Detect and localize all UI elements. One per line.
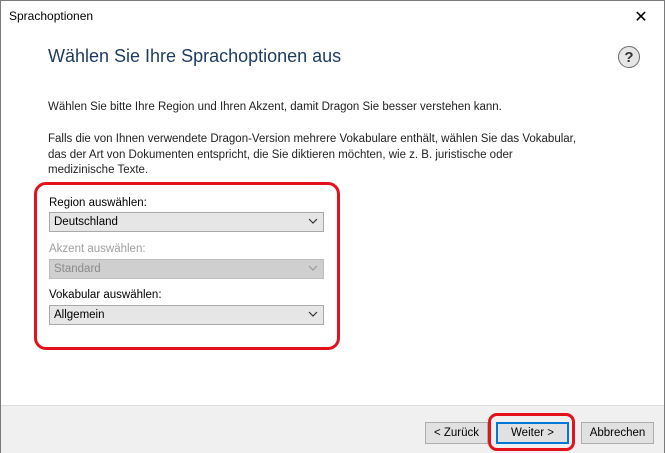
title-bar: Sprachoptionen ✕ [1,1,664,32]
button-bar: < Zurück Weiter > Abbrechen [1,405,664,453]
form-highlight-annotation [34,182,340,350]
intro-paragraph-1: Wählen Sie bitte Ihre Region und Ihren A… [48,101,502,113]
close-button[interactable]: ✕ [618,1,664,32]
window-title: Sprachoptionen [9,9,94,23]
close-icon: ✕ [634,8,648,26]
cancel-button[interactable]: Abbrechen [581,422,654,444]
page-title: Wählen Sie Ihre Sprachoptionen aus [48,46,342,66]
back-button[interactable]: < Zurück [425,422,488,444]
help-icon[interactable]: ? [618,46,640,68]
next-highlight-annotation [488,413,575,451]
intro-paragraph-2: Falls die von Ihnen verwendete Dragon-Ve… [48,133,577,176]
dialog-window: Sprachoptionen ✕ Wählen Sie Ihre Spracho… [0,0,665,453]
